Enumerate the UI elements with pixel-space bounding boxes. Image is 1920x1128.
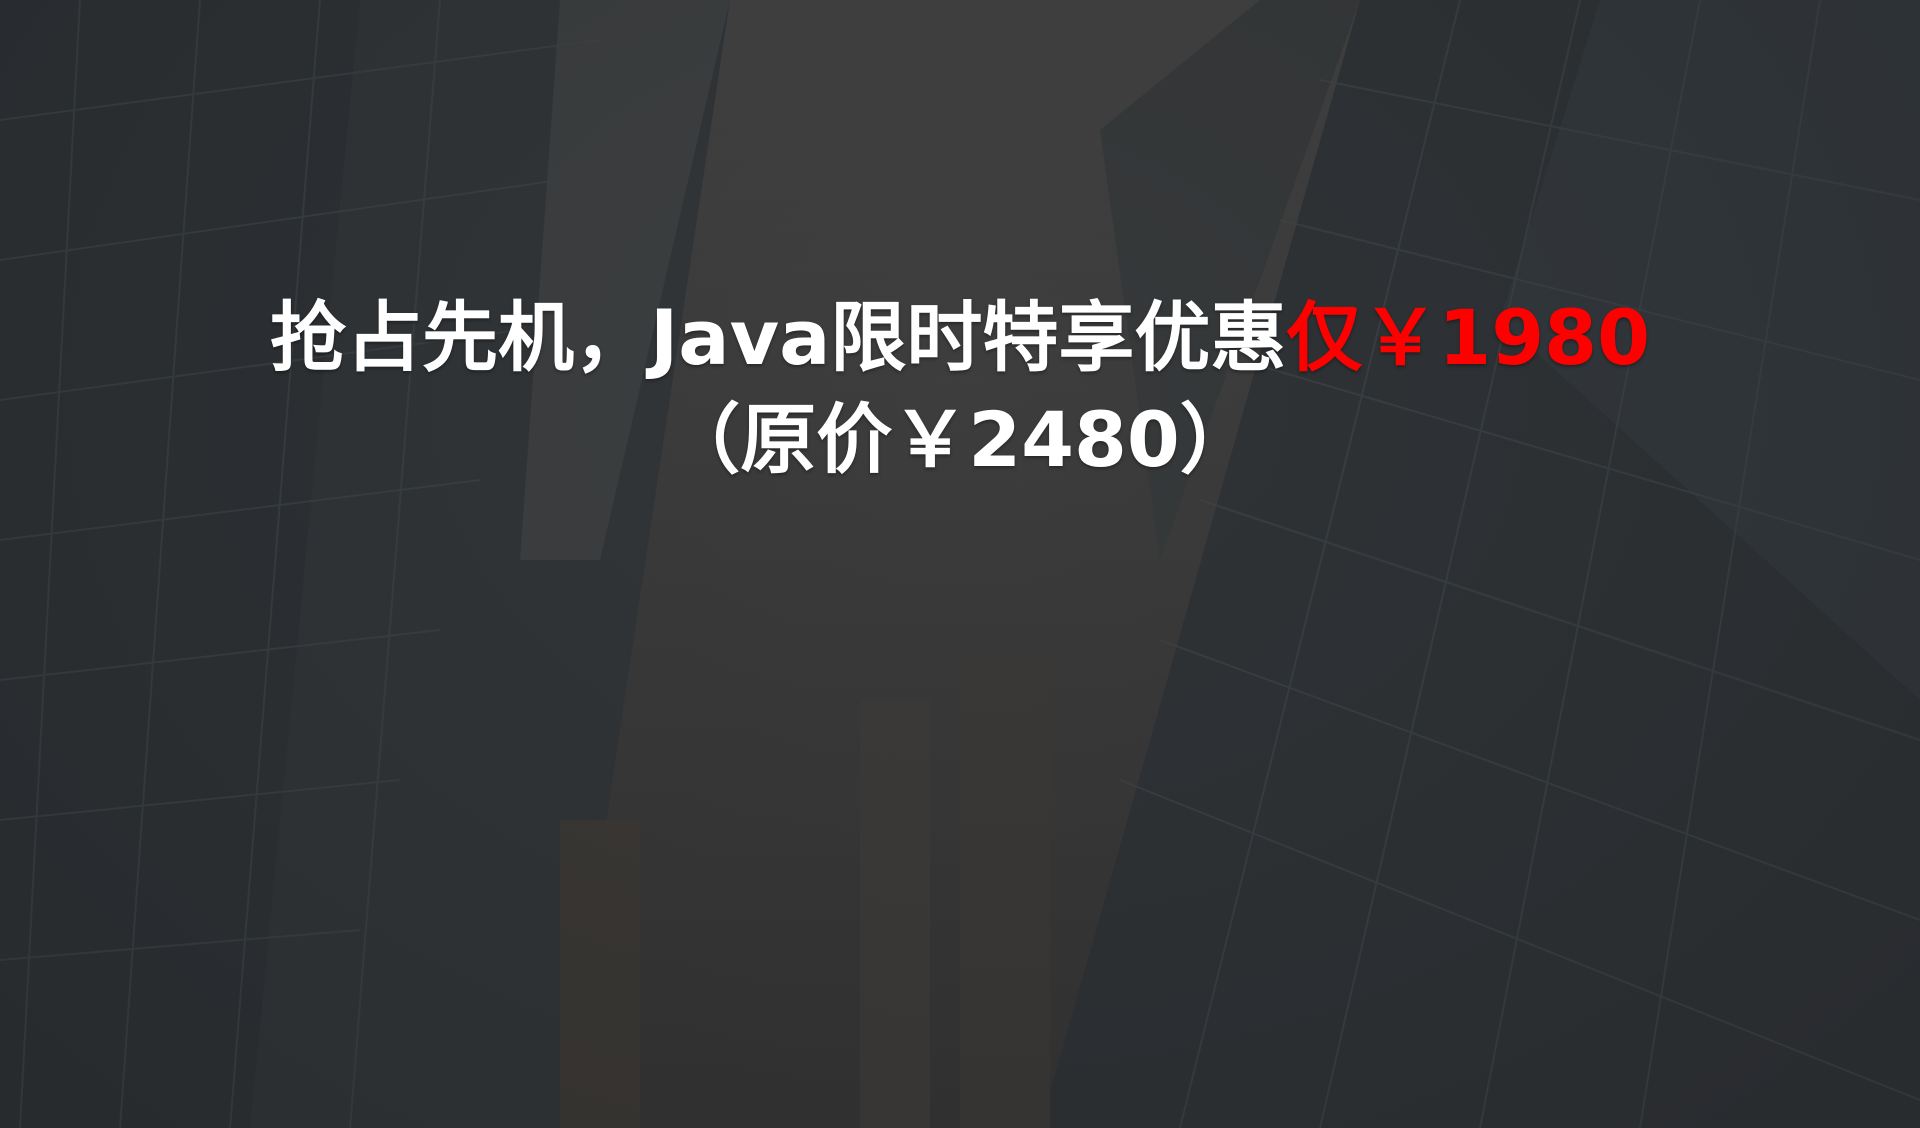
headline-price-text: 仅￥1980	[1286, 293, 1650, 382]
original-price-text: （原价￥2480）	[664, 395, 1256, 484]
headline: 抢占先机，Java限时特享优惠仅￥1980	[0, 290, 1920, 386]
headline-main-text: 抢占先机，Java限时特享优惠	[270, 293, 1287, 382]
dark-overlay	[0, 0, 1920, 1128]
promo-slide: 抢占先机，Java限时特享优惠仅￥1980 （原价￥2480）	[0, 0, 1920, 1128]
